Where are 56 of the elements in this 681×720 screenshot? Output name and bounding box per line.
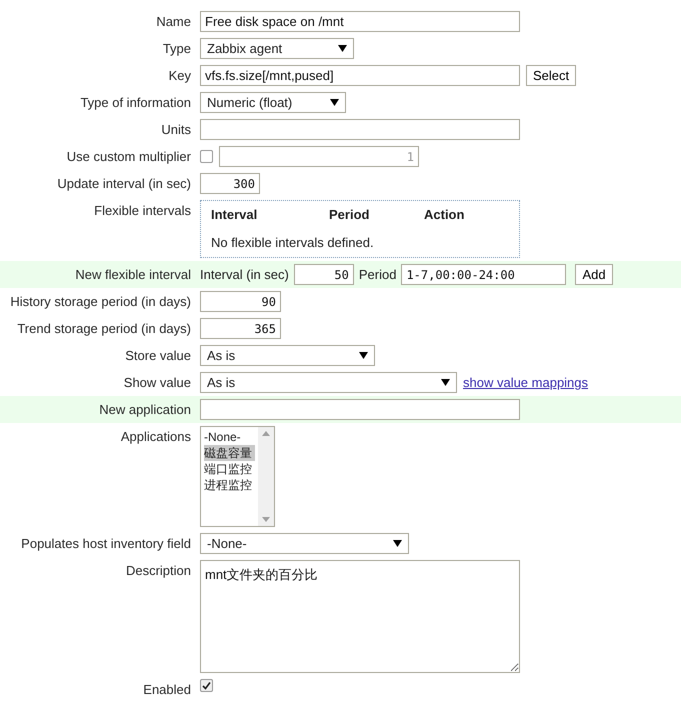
field-label: Units [160, 121, 192, 139]
scroll-up-icon[interactable] [262, 431, 270, 436]
select-button[interactable]: Select [526, 65, 576, 86]
checkbox[interactable] [200, 679, 213, 692]
field-label: Description [124, 562, 192, 580]
list-option[interactable]: 磁盘容量 [204, 445, 255, 461]
field-label: Update interval (in sec) [56, 175, 192, 193]
column-header: Period [329, 206, 370, 224]
scroll-down-icon[interactable] [262, 517, 270, 522]
field-label: Enabled [142, 681, 192, 699]
dropdown[interactable]: As is [200, 372, 457, 393]
description-field[interactable]: mnt文件夹的百分比 [200, 560, 520, 673]
field-label: History storage period (in days) [9, 293, 192, 311]
scrollbar[interactable] [258, 427, 274, 526]
dropdown[interactable]: Numeric (float) [200, 92, 346, 113]
dropdown[interactable]: As is [200, 345, 375, 366]
column-header: Interval [211, 206, 258, 224]
field-label: Name [155, 13, 192, 31]
field-label: Trend storage period (in days) [16, 320, 192, 338]
input-field[interactable] [200, 119, 520, 140]
caret-icon [393, 540, 402, 547]
field-label: Type of information [79, 94, 192, 112]
field-label: Interval (in sec) [200, 266, 289, 284]
list-option[interactable]: -None- [204, 429, 255, 445]
add-button[interactable]: Add [575, 264, 613, 285]
field-label: Period [358, 266, 396, 284]
caret-icon [338, 45, 347, 52]
caret-icon [359, 352, 368, 359]
value-mappings-link[interactable]: show value mappings [463, 372, 588, 392]
field-label: Populates host inventory field [20, 535, 192, 553]
caret-icon [330, 99, 339, 106]
input-field[interactable]: 50 [294, 264, 354, 285]
dropdown[interactable]: Zabbix agent [200, 38, 354, 59]
empty-message: No flexible intervals defined. [211, 234, 375, 252]
list-option[interactable]: 端口监控 [204, 461, 255, 477]
input-field[interactable]: 1-7,00:00-24:00 [401, 264, 566, 285]
field-label: New application [98, 401, 192, 419]
field-label: Flexible intervals [93, 202, 192, 220]
column-header: Action [424, 206, 466, 224]
input-field[interactable]: 300 [200, 173, 260, 194]
field-label: Store value [124, 347, 192, 365]
dropdown[interactable]: -None- [200, 533, 409, 554]
field-label: Show value [122, 374, 192, 392]
input-field[interactable]: vfs.fs.size[/mnt,pused] [200, 65, 520, 86]
input-field[interactable]: Free disk space on /mnt [200, 11, 520, 32]
list-option[interactable]: 进程监控 [204, 477, 255, 493]
input-field[interactable]: 365 [200, 318, 281, 339]
field-label: Applications [120, 428, 192, 446]
application-list[interactable]: -None- 磁盘容量 端口监控 进程监控 [200, 426, 275, 527]
caret-icon [441, 379, 450, 386]
field-label: Use custom multiplier [66, 148, 192, 166]
field-label: New flexible interval [74, 266, 192, 284]
input-field[interactable] [200, 399, 520, 420]
input-field[interactable]: 90 [200, 291, 281, 312]
field-label: Type [162, 40, 192, 58]
field-label: Key [168, 67, 192, 85]
